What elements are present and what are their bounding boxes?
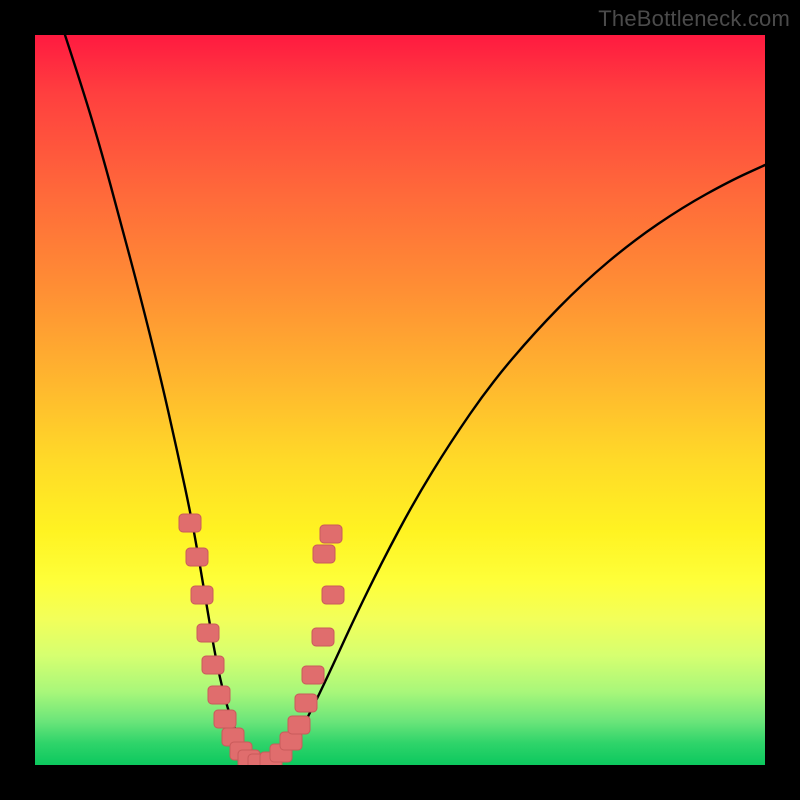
data-marker — [202, 656, 224, 674]
marker-layer — [179, 514, 344, 765]
data-marker — [302, 666, 324, 684]
data-marker — [179, 514, 201, 532]
data-marker — [295, 694, 317, 712]
data-marker — [322, 586, 344, 604]
data-marker — [320, 525, 342, 543]
bottleneck-curve — [65, 35, 765, 764]
watermark-text: TheBottleneck.com — [598, 6, 790, 32]
data-marker — [197, 624, 219, 642]
data-marker — [208, 686, 230, 704]
data-marker — [312, 628, 334, 646]
data-marker — [214, 710, 236, 728]
data-marker — [191, 586, 213, 604]
data-marker — [313, 545, 335, 563]
data-marker — [288, 716, 310, 734]
data-marker — [186, 548, 208, 566]
chart-frame: TheBottleneck.com — [0, 0, 800, 800]
chart-svg — [35, 35, 765, 765]
plot-area — [35, 35, 765, 765]
data-marker — [280, 732, 302, 750]
